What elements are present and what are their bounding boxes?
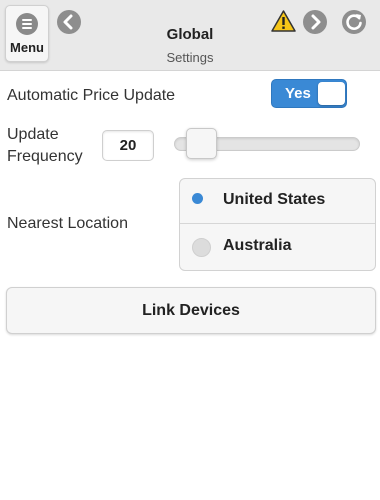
menu-button[interactable]: Menu [5, 5, 49, 62]
toggle-state-label: Yes [285, 85, 311, 102]
back-arrow-icon [63, 14, 73, 30]
menu-label: Menu [10, 40, 44, 55]
frequency-input[interactable]: 20 [102, 130, 154, 161]
auto-update-label: Automatic Price Update [7, 87, 176, 104]
forward-arrow-icon [311, 14, 321, 30]
location-option-united-states[interactable]: United States [180, 179, 375, 224]
location-option-label: Australia [223, 237, 292, 254]
toggle-knob[interactable] [318, 82, 345, 105]
location-option-label: United States [223, 191, 326, 208]
warning-icon[interactable] [271, 10, 296, 32]
forward-button[interactable] [303, 10, 327, 34]
page-subtitle: Settings [166, 50, 214, 65]
frequency-label-line1: Update [7, 126, 59, 143]
page-title: Global [166, 26, 214, 43]
link-devices-button[interactable]: Link Devices [6, 287, 376, 334]
refresh-icon [346, 14, 362, 30]
radio-selected-icon [192, 193, 203, 204]
auto-update-toggle[interactable]: Yes [271, 79, 347, 108]
menu-icon [16, 13, 38, 35]
radio-unselected-icon [192, 238, 211, 257]
location-radio-group: United States Australia [179, 178, 376, 271]
refresh-button[interactable] [342, 10, 366, 34]
frequency-label-line2: Frequency [7, 148, 83, 165]
back-button[interactable] [57, 10, 81, 34]
header-bar: Menu Global Settings [0, 0, 380, 71]
frequency-slider-handle[interactable] [186, 128, 217, 159]
location-label: Nearest Location [7, 215, 128, 232]
location-option-australia[interactable]: Australia [180, 225, 375, 270]
